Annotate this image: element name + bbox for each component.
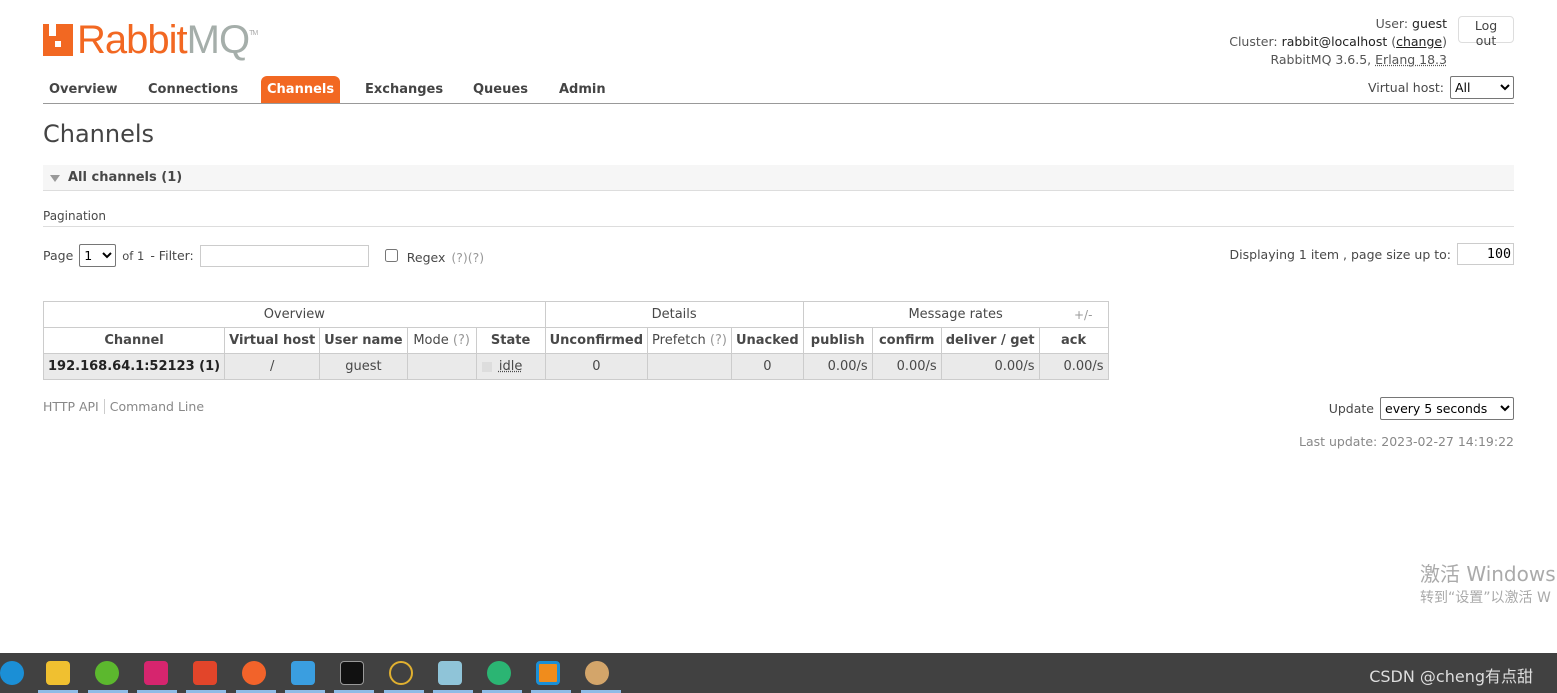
channels-table: Overview Details Message rates Channel V…: [42, 301, 1109, 380]
collapse-triangle-icon: [50, 175, 60, 182]
group-details: Details: [544, 301, 804, 328]
col-unconfirmed[interactable]: Unconfirmed: [544, 327, 649, 354]
paint-icon[interactable]: [585, 661, 609, 685]
tab-channels[interactable]: Channels: [261, 76, 341, 103]
tab-queues[interactable]: Queues: [467, 76, 534, 103]
rabbitmq-logo: Rabbit MQ TM: [43, 14, 258, 60]
regex-help[interactable]: (?)(?): [451, 250, 484, 265]
user-info: User: guest Cluster: rabbit@localhost (c…: [1229, 16, 1447, 67]
group-overview: Overview: [43, 301, 546, 328]
erlang-version: Erlang 18.3: [1375, 52, 1447, 67]
pagination-heading: Pagination: [43, 209, 1514, 227]
page-size-input[interactable]: [1457, 243, 1514, 265]
file-explorer-icon[interactable]: [46, 661, 70, 685]
last-update: Last update: 2023-02-27 14:19:22: [1299, 434, 1514, 449]
col-state[interactable]: State: [475, 327, 546, 354]
command-line-link[interactable]: Command Line: [110, 399, 204, 414]
filter-input[interactable]: [199, 244, 369, 267]
col-deliver-get[interactable]: deliver / get: [940, 327, 1040, 354]
col-prefetch[interactable]: Prefetch (?): [647, 327, 732, 354]
xshell-icon[interactable]: [487, 661, 511, 685]
tab-exchanges[interactable]: Exchanges: [359, 76, 449, 103]
regex-checkbox[interactable]: [384, 249, 398, 262]
user-name: guest: [1412, 16, 1447, 31]
virtual-host-selector: Virtual host: All: [1368, 76, 1514, 99]
footer-links: HTTP API Command Line: [43, 399, 204, 414]
xmind-icon[interactable]: [193, 661, 217, 685]
rabbit-logo-icon: [43, 24, 73, 56]
logout-button[interactable]: Log out: [1458, 16, 1514, 48]
group-message-rates: Message rates: [802, 301, 1109, 328]
col-channel[interactable]: Channel: [42, 327, 226, 354]
windows-activation-watermark: 激活 Windows 转到“设置”以激活 W: [1420, 562, 1556, 606]
vmware-icon[interactable]: [536, 661, 560, 685]
remote-desktop-icon[interactable]: [291, 661, 315, 685]
edge-icon[interactable]: [0, 661, 24, 685]
state-indicator-icon: [481, 362, 492, 372]
navicat-icon[interactable]: [389, 661, 413, 685]
browser-icon[interactable]: [95, 661, 119, 685]
virtual-host-select[interactable]: All: [1450, 76, 1514, 99]
col-unacked[interactable]: Unacked: [730, 327, 804, 354]
state-cell: idle: [475, 353, 546, 380]
notepad-icon[interactable]: [438, 661, 462, 685]
page-title: Channels: [43, 120, 155, 148]
page-size-control: Displaying 1 item , page size up to:: [1230, 243, 1514, 265]
taskbar: CSDN @cheng有点甜: [0, 653, 1557, 693]
pagination-controls: Page 1 of 1 - Filter: Regex (?)(?): [43, 244, 484, 267]
table-row: 192.168.64.1:52123 (1) / guest idle 0 0 …: [42, 353, 1109, 380]
update-interval-select[interactable]: every 5 seconds: [1380, 397, 1514, 420]
tab-overview[interactable]: Overview: [43, 76, 124, 103]
tab-connections[interactable]: Connections: [142, 76, 244, 103]
col-mode[interactable]: Mode (?): [406, 327, 477, 354]
main-nav: Overview Connections Channels Exchanges …: [43, 76, 1514, 104]
page-select[interactable]: 1: [79, 244, 117, 267]
postman-icon[interactable]: [242, 661, 266, 685]
col-confirm[interactable]: confirm: [871, 327, 942, 354]
tab-admin[interactable]: Admin: [553, 76, 612, 103]
col-user-name[interactable]: User name: [319, 327, 408, 354]
column-toggle[interactable]: +/-: [1074, 308, 1092, 322]
col-virtual-host[interactable]: Virtual host: [224, 327, 321, 354]
col-ack[interactable]: ack: [1038, 327, 1109, 354]
col-publish[interactable]: publish: [802, 327, 873, 354]
channel-link[interactable]: 192.168.64.1:52123 (1): [42, 353, 226, 380]
update-control: Update every 5 seconds: [1329, 397, 1514, 420]
tray-text: CSDN @cheng有点甜: [1369, 667, 1533, 686]
all-channels-section-toggle[interactable]: All channels (1): [43, 165, 1514, 191]
http-api-link[interactable]: HTTP API: [43, 399, 99, 414]
change-cluster-link[interactable]: change: [1396, 34, 1442, 49]
intellij-icon[interactable]: [144, 661, 168, 685]
terminal-icon[interactable]: [340, 661, 364, 685]
